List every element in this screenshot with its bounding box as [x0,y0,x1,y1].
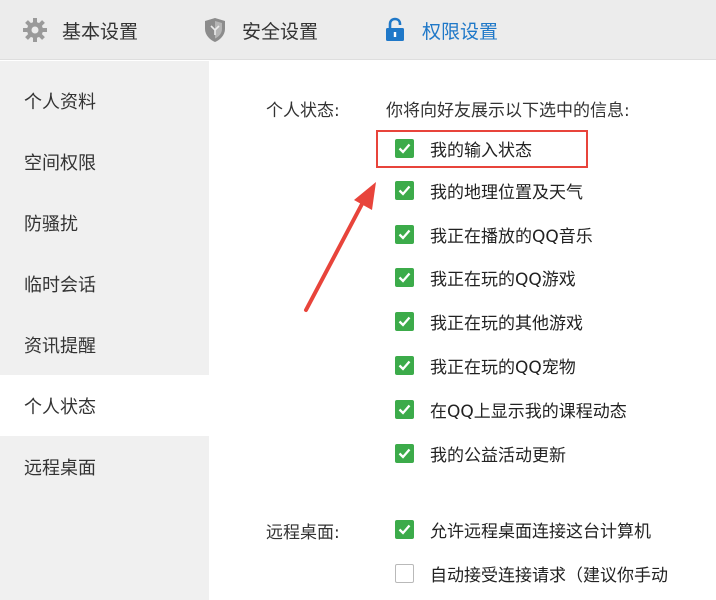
personal-status-label: 个人状态: [266,101,340,121]
option-charity-updates[interactable]: 我的公益活动更新 [395,441,566,466]
check-icon [398,524,411,535]
option-auto-accept-connection[interactable]: 自动接受连接请求（建议你手动 [395,561,668,586]
check-icon [398,272,411,283]
annotation-highlight-box [376,130,588,168]
annotation-arrow-icon [304,182,376,312]
lock-icon [382,17,408,43]
option-label: 我的公益活动更新 [430,445,566,466]
check-icon [398,185,411,196]
sidebar-item-news-reminder[interactable]: 资讯提醒 [0,314,209,375]
tab-basic-settings[interactable]: 基本设置 [22,0,138,60]
check-icon [398,404,411,415]
sidebar-item-profile[interactable]: 个人资料 [0,70,209,131]
checkbox-checked[interactable] [395,224,414,244]
tab-security-settings-label: 安全设置 [242,20,319,43]
sidebar-item-personal-status[interactable]: 个人状态 [0,375,209,436]
option-label: 我正在玩的QQ宠物 [430,357,576,378]
shield-icon [202,17,228,43]
checkbox-checked[interactable] [395,519,414,539]
option-label: 我正在播放的QQ音乐 [430,226,593,247]
tab-security-settings[interactable]: 安全设置 [202,0,318,60]
checkbox-checked[interactable] [395,267,414,287]
check-icon [398,448,411,459]
check-icon [398,360,411,371]
option-course-updates[interactable]: 在QQ上显示我的课程动态 [395,397,627,422]
tab-permission-settings-label: 权限设置 [422,20,499,43]
sidebar-item-temp-session[interactable]: 临时会话 [0,253,209,314]
tab-permission-settings[interactable]: 权限设置 [382,0,498,60]
option-location-weather[interactable]: 我的地理位置及天气 [395,178,583,203]
personal-status-description: 你将向好友展示以下选中的信息: [386,101,630,121]
option-label: 允许远程桌面连接这台计算机 [430,521,651,542]
settings-tab-bar: 基本设置 安全设置 权限设置 [0,0,716,60]
sidebar-item-anti-harassment[interactable]: 防骚扰 [0,192,209,253]
option-label: 我的地理位置及天气 [430,182,583,203]
checkbox-checked[interactable] [395,355,414,375]
checkbox-unchecked[interactable] [395,563,414,583]
sidebar: 个人资料 空间权限 防骚扰 临时会话 资讯提醒 个人状态 远程桌面 [0,61,209,600]
option-qq-game[interactable]: 我正在玩的QQ游戏 [395,265,576,290]
check-icon [398,229,411,240]
option-qq-pet[interactable]: 我正在玩的QQ宠物 [395,353,576,378]
checkbox-checked[interactable] [395,399,414,419]
option-label: 在QQ上显示我的课程动态 [430,401,627,422]
checkbox-checked[interactable] [395,180,414,200]
sidebar-item-space-permission[interactable]: 空间权限 [0,131,209,192]
option-allow-remote-desktop[interactable]: 允许远程桌面连接这台计算机 [395,517,651,542]
option-label: 自动接受连接请求（建议你手动 [430,565,668,586]
option-qq-music[interactable]: 我正在播放的QQ音乐 [395,222,593,247]
option-other-game[interactable]: 我正在玩的其他游戏 [395,309,583,334]
check-icon [398,316,411,327]
gear-icon [22,17,48,43]
tab-basic-settings-label: 基本设置 [62,20,139,43]
checkbox-checked[interactable] [395,443,414,463]
option-label: 我正在玩的QQ游戏 [430,269,576,290]
sidebar-item-remote-desktop[interactable]: 远程桌面 [0,436,209,497]
checkbox-checked[interactable] [395,311,414,331]
option-label: 我正在玩的其他游戏 [430,313,583,334]
remote-desktop-label: 远程桌面: [266,523,340,543]
